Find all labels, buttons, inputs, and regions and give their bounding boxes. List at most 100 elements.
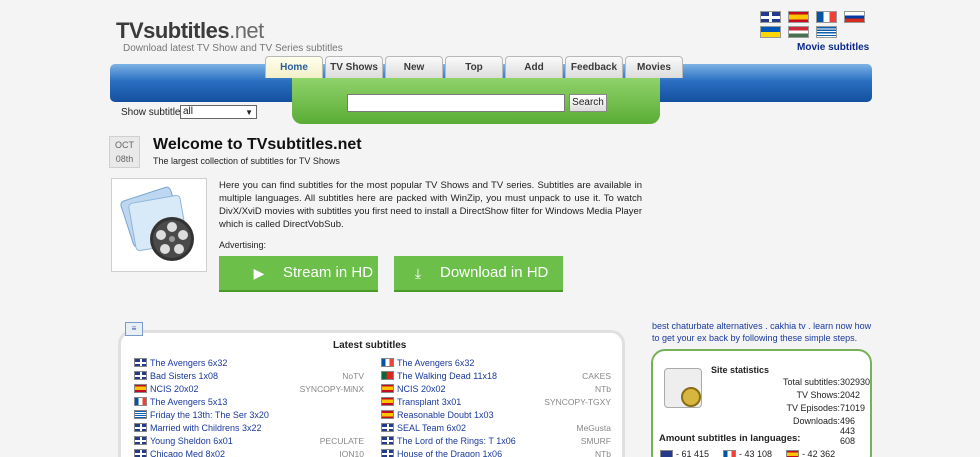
- subtitle-title-link[interactable]: The Avengers 5x13: [150, 397, 227, 407]
- flag-gb-icon: [134, 358, 147, 367]
- subtitle-row[interactable]: The Walking Dead 11x18 CAKES: [381, 369, 611, 382]
- flag-fr-icon[interactable]: [816, 11, 837, 23]
- subtitle-title-link[interactable]: The Avengers 6x32: [397, 358, 474, 368]
- subtitle-title-link[interactable]: Young Sheldon 6x01: [150, 436, 233, 446]
- release-name: NTb: [594, 448, 611, 457]
- subtitle-title-link[interactable]: The Avengers 6x32: [150, 358, 227, 368]
- flag-es-icon[interactable]: [788, 11, 809, 23]
- subtitle-title-link[interactable]: Transplant 3x01: [397, 397, 461, 407]
- sponsored-links[interactable]: best chaturbate alternatives . cakhia tv…: [652, 320, 874, 344]
- flag-gr-icon[interactable]: [816, 26, 837, 38]
- flag-gb-icon: [381, 436, 394, 445]
- subtitle-row[interactable]: The Avengers 6x32: [381, 356, 611, 369]
- subtitle-row[interactable]: Transplant 3x01 SYNCOPY-TGXY: [381, 395, 611, 408]
- tab-tv-shows[interactable]: TV Shows: [325, 56, 383, 78]
- tab-feedback[interactable]: Feedback: [565, 56, 623, 78]
- release-name: NTb: [594, 383, 611, 394]
- tab-top[interactable]: Top: [445, 56, 503, 78]
- language-count-es: - 42 362: [786, 449, 835, 457]
- subtitle-title-link[interactable]: Bad Sisters 1x08: [150, 371, 218, 381]
- flag-gr-icon: [134, 410, 147, 419]
- flag-ua-icon[interactable]: [760, 26, 781, 38]
- flag-es-icon: [381, 384, 394, 393]
- flag-gb-icon: [134, 436, 147, 445]
- subtitle-title-link[interactable]: NCIS 20x02: [397, 384, 446, 394]
- release-name: SYNCOPY-TGXY: [544, 396, 611, 407]
- flag-fr-icon: [723, 450, 737, 457]
- subtitle-title-link[interactable]: The Lord of the Rings: T 1x06: [397, 436, 516, 446]
- download-icon: ⤓: [414, 265, 422, 281]
- tab-home[interactable]: Home: [265, 56, 323, 78]
- subtitle-row[interactable]: NCIS 20x02 SYNCOPY-MiNX: [134, 382, 364, 395]
- subtitles-icon: ≡: [125, 322, 143, 336]
- flag-gb-icon: [134, 371, 147, 380]
- site-logo[interactable]: TVsubtitles.net: [116, 18, 264, 44]
- search-button[interactable]: Search: [569, 94, 607, 112]
- flag-gb-icon: [134, 423, 147, 432]
- release-name: PECULATE: [319, 435, 364, 446]
- subtitle-row[interactable]: SEAL Team 6x02 MeGusta: [381, 421, 611, 434]
- subtitle-row[interactable]: Friday the 13th: The Ser 3x20: [134, 408, 364, 421]
- site-statistics-title: Site statistics: [711, 365, 770, 375]
- subtitle-row[interactable]: House of the Dragon 1x06 NTb: [381, 447, 611, 457]
- flag-es-icon: [381, 397, 394, 406]
- language-flags: [760, 11, 868, 38]
- subtitle-title-link[interactable]: Married with Childrens 3x22: [150, 423, 262, 433]
- flag-gb-icon: [134, 449, 147, 457]
- flag-gb-icon: [381, 449, 394, 457]
- flag-gb-icon: [381, 423, 394, 432]
- flag-gb-icon[interactable]: [760, 11, 781, 23]
- flag-ru-icon[interactable]: [844, 11, 865, 23]
- flag-es-icon: [134, 384, 147, 393]
- release-name: SMURF: [580, 435, 611, 446]
- intro-text: Here you can find subtitles for the most…: [219, 180, 642, 230]
- release-name: ION10: [339, 448, 364, 457]
- subtitle-title-link[interactable]: House of the Dragon 1x06: [397, 449, 502, 457]
- tab-new[interactable]: New: [385, 56, 443, 78]
- latest-left-column: The Avengers 6x32 Bad Sisters 1x08 NoTV NCI…: [134, 356, 364, 457]
- stat-tv-episodes: TV Episodes: 71019: [786, 403, 866, 413]
- subtitle-title-link[interactable]: SEAL Team 6x02: [397, 423, 466, 433]
- subtitle-title-link[interactable]: Chicago Med 8x02: [150, 449, 225, 457]
- subtitle-title-link[interactable]: Reasonable Doubt 1x03: [397, 410, 494, 420]
- tab-movies[interactable]: Movies: [625, 56, 683, 78]
- movie-subtitles-link[interactable]: Movie subtitles: [797, 42, 869, 53]
- latest-right-column: The Avengers 6x32 The Walking Dead 11x18 C…: [381, 356, 611, 457]
- subtitle-row[interactable]: Bad Sisters 1x08 NoTV: [134, 369, 364, 382]
- subtitle-row[interactable]: Chicago Med 8x02 ION10: [134, 447, 364, 457]
- subtitle-title-link[interactable]: NCIS 20x02: [150, 384, 199, 394]
- subtitle-row[interactable]: The Avengers 6x32: [134, 356, 364, 369]
- stat-downloads: Downloads: 496 443 608: [792, 416, 856, 446]
- subtitle-title-link[interactable]: Friday the 13th: The Ser 3x20: [150, 410, 269, 420]
- release-name: NoTV: [342, 370, 364, 381]
- post-date: OCT 08th: [109, 136, 140, 168]
- stream-hd-button[interactable]: ▶ Stream in HD: [219, 256, 378, 292]
- release-name: SYNCOPY-MiNX: [299, 383, 364, 394]
- subtitle-row[interactable]: Young Sheldon 6x01 PECULATE: [134, 434, 364, 447]
- language-counts: - 61 415 - 43 108 - 42 362: [660, 449, 835, 457]
- flag-fr-icon: [381, 358, 394, 367]
- advertising-label: Advertising:: [219, 240, 267, 250]
- stat-total-subtitles: Total subtitles: 302930: [782, 377, 871, 387]
- show-subtitles-select[interactable]: all ▼: [180, 105, 257, 119]
- download-hd-button[interactable]: ⤓ Download in HD: [394, 256, 563, 292]
- subtitle-row[interactable]: Married with Childrens 3x22: [134, 421, 364, 434]
- subtitle-row[interactable]: The Avengers 5x13: [134, 395, 364, 408]
- latest-subtitles-title: Latest subtitles: [333, 340, 407, 351]
- statistics-icon: [664, 368, 702, 408]
- tab-add[interactable]: Add: [505, 56, 563, 78]
- stat-tv-shows: TV Shows: 2042: [796, 390, 861, 400]
- release-name: CAKES: [582, 370, 611, 381]
- subtitle-row[interactable]: NCIS 20x02 NTb: [381, 382, 611, 395]
- subtitle-row[interactable]: Reasonable Doubt 1x03: [381, 408, 611, 421]
- flag-gb-icon: [660, 450, 673, 457]
- language-count-gb: - 61 415: [660, 449, 709, 457]
- amount-languages-title: Amount subtitles in languages:: [659, 433, 801, 444]
- language-count-fr: - 43 108: [723, 449, 772, 457]
- search-input[interactable]: [347, 94, 565, 112]
- subtitle-row[interactable]: The Lord of the Rings: T 1x06 SMURF: [381, 434, 611, 447]
- subtitle-title-link[interactable]: The Walking Dead 11x18: [397, 371, 497, 381]
- flag-es-icon: [381, 410, 394, 419]
- film-reel-image: [111, 178, 207, 272]
- flag-hu-icon[interactable]: [788, 26, 809, 38]
